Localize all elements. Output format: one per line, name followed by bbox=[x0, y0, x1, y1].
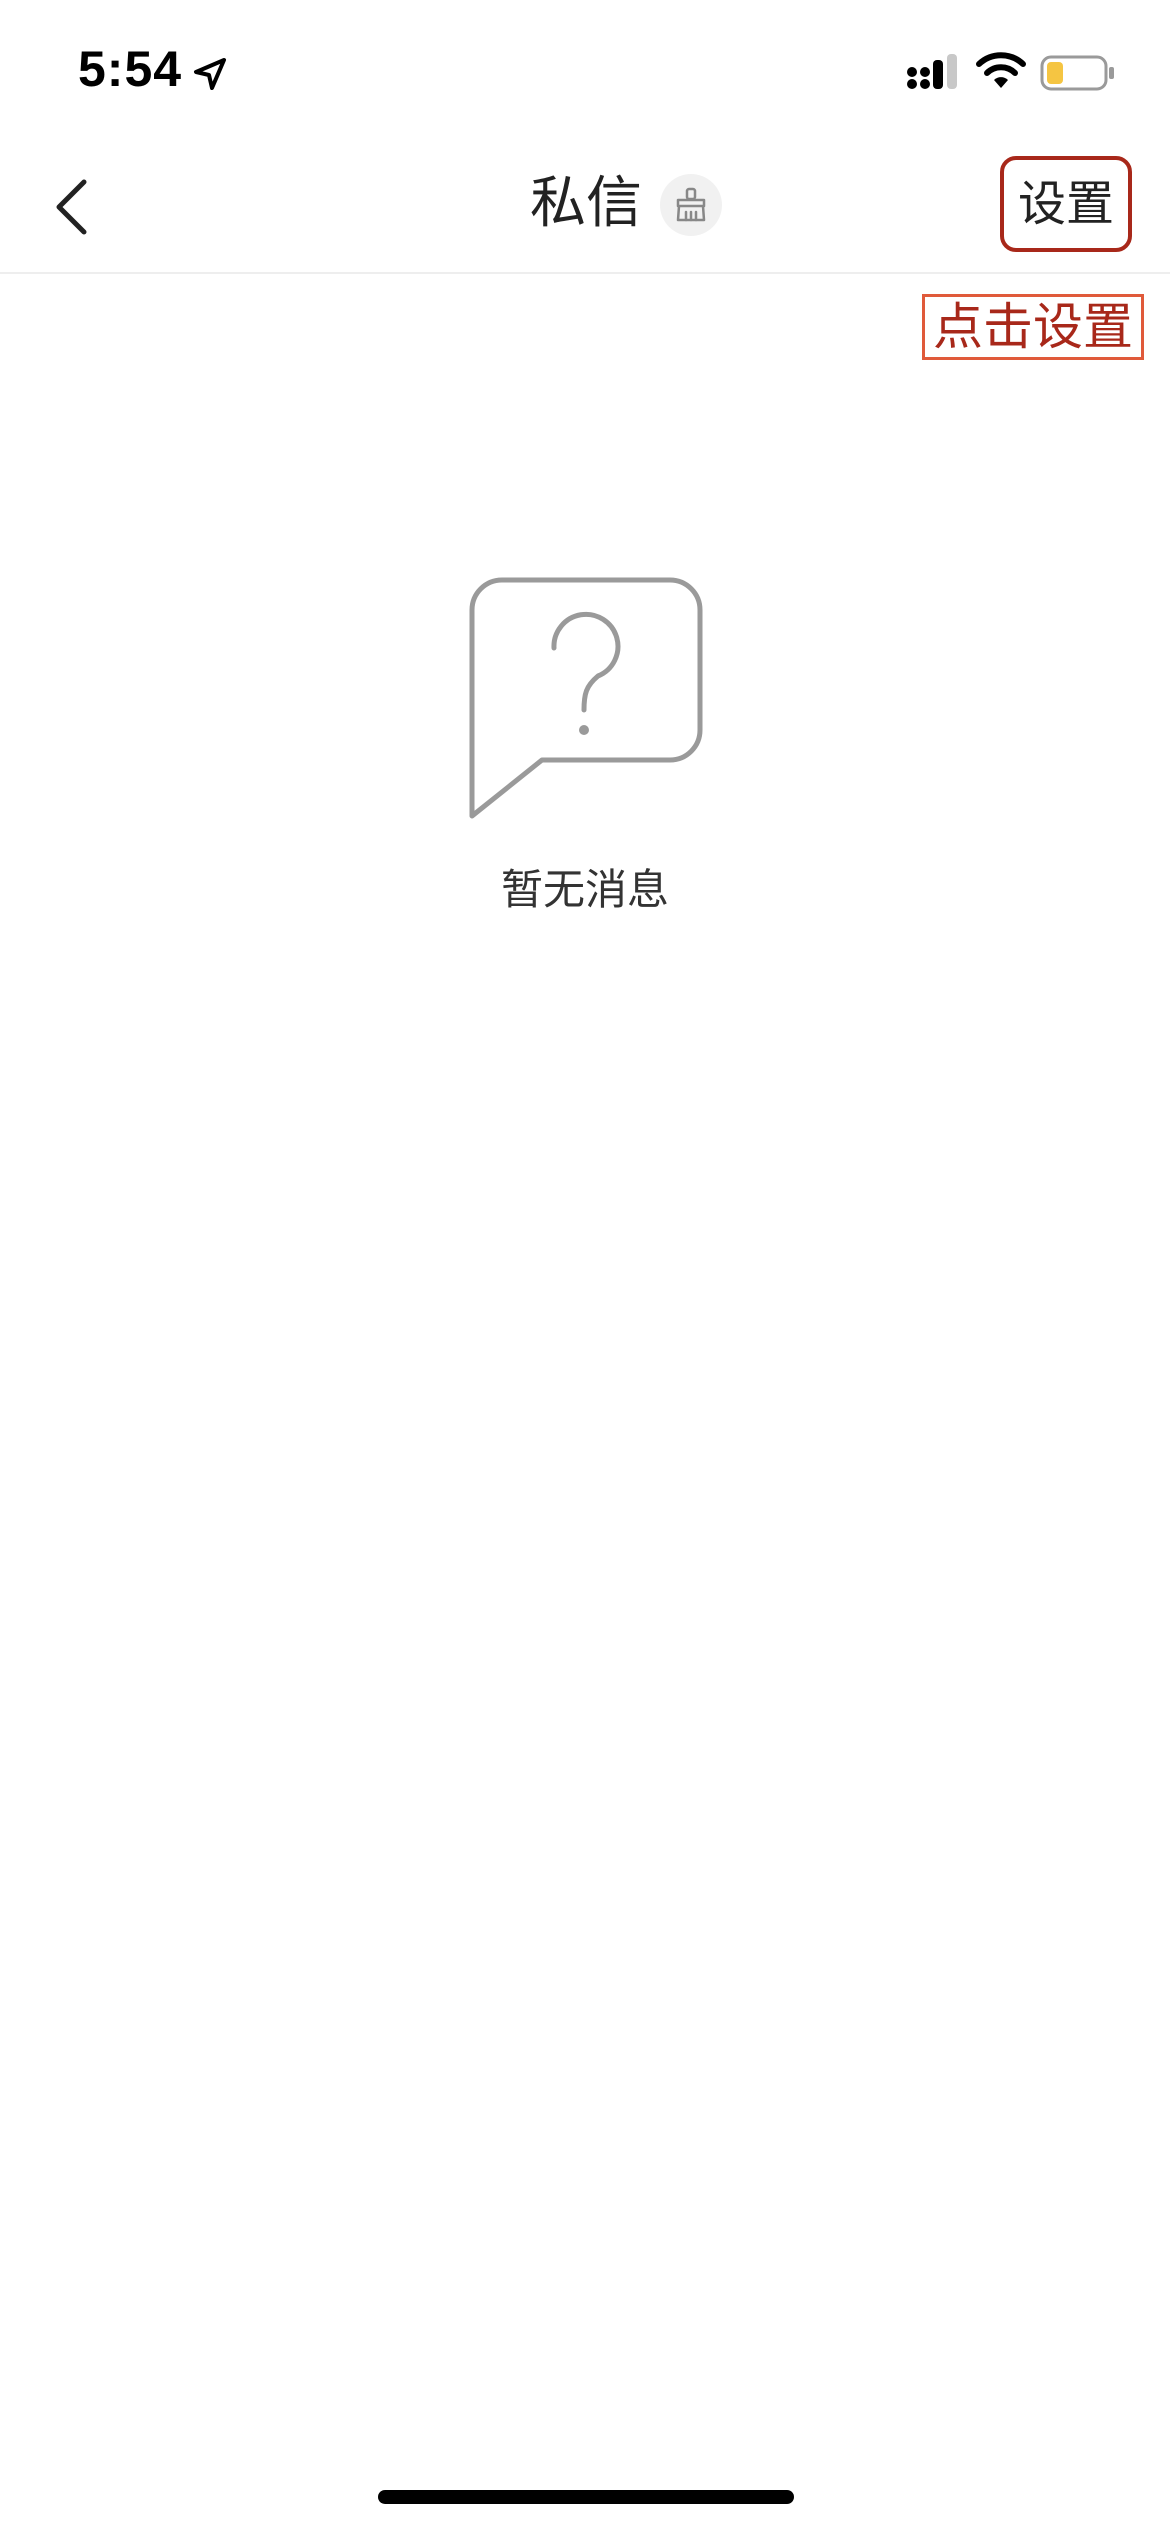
wifi-icon bbox=[976, 52, 1026, 88]
battery-icon bbox=[1040, 55, 1114, 91]
screen: 5:54 私信 设置 点击设置 暂无消息 bbox=[0, 0, 1170, 2532]
annotation-label: 点击设置 bbox=[922, 294, 1144, 360]
question-chat-bubble-icon bbox=[469, 577, 703, 819]
home-indicator[interactable] bbox=[378, 2490, 794, 2504]
empty-message: 暂无消息 bbox=[500, 865, 669, 914]
status-bar: 5:54 bbox=[0, 0, 1170, 140]
status-time: 5:54 bbox=[78, 41, 183, 97]
broom-clean-icon bbox=[676, 187, 706, 222]
page-title: 私信 bbox=[530, 171, 642, 236]
location-arrow-icon bbox=[194, 58, 226, 90]
cellular-signal-icon bbox=[907, 54, 957, 89]
settings-button[interactable]: 设置 bbox=[1000, 156, 1132, 252]
back-chevron-icon[interactable] bbox=[42, 172, 112, 242]
nav-bar: 私信 设置 bbox=[0, 140, 1170, 274]
clear-messages-button[interactable] bbox=[660, 174, 722, 236]
